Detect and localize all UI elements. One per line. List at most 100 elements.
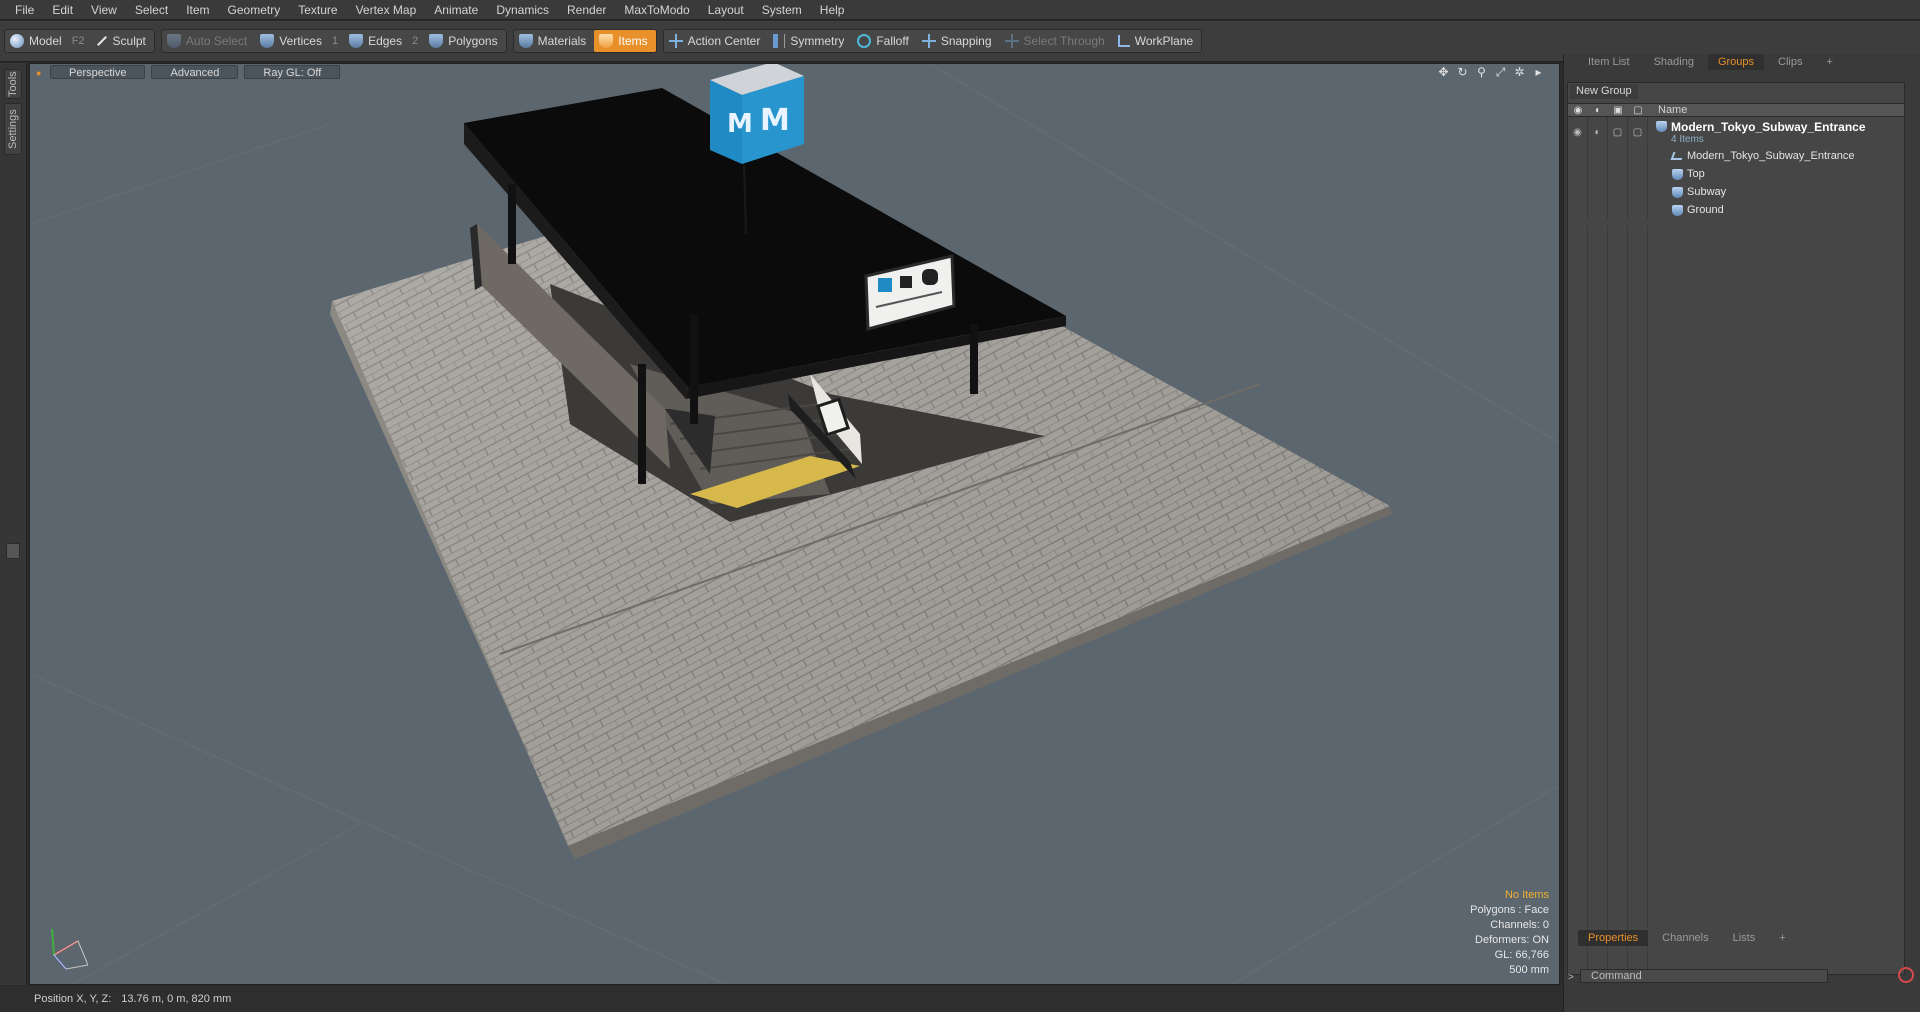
tab-clips[interactable]: Clips xyxy=(1768,54,1812,70)
snapping-button[interactable]: Snapping xyxy=(917,30,1000,52)
tab-item-list[interactable]: Item List xyxy=(1578,54,1640,70)
stat-deformers: Deformers: ON xyxy=(1475,934,1549,946)
panel-toggle-button[interactable] xyxy=(6,543,20,559)
row2-cell xyxy=(1628,165,1648,183)
sculpt-brush-icon xyxy=(96,36,107,46)
pan-icon[interactable]: ✥ xyxy=(1437,65,1450,79)
selection-mode-group: Auto Select Vertices 1 Edges 2 Polygons xyxy=(160,29,507,53)
select-through-label: Select Through xyxy=(1023,34,1105,48)
menu-vertex-map[interactable]: Vertex Map xyxy=(347,0,426,20)
view-mode-dropdown[interactable]: Perspective xyxy=(50,65,146,79)
tree-item-label: Subway xyxy=(1687,186,1727,198)
falloff-button[interactable]: Falloff xyxy=(852,30,916,52)
3d-viewport[interactable]: ● Perspective Advanced Ray GL: Off ✥ ↻ ⚲… xyxy=(29,63,1560,985)
raygl-dropdown[interactable]: Ray GL: Off xyxy=(244,65,341,79)
command-input[interactable]: Command xyxy=(1580,969,1828,983)
row1-cell xyxy=(1608,147,1628,165)
edges-button[interactable]: Edges xyxy=(344,30,410,52)
viewport-menu-icon[interactable]: ● xyxy=(36,68,44,78)
symmetry-button[interactable]: Symmetry xyxy=(768,30,852,52)
tab-properties[interactable]: Properties xyxy=(1578,930,1649,946)
menu-layout[interactable]: Layout xyxy=(699,0,753,20)
add-tab-button[interactable]: + xyxy=(1816,54,1842,70)
row1-label-wrap: Modern_Tokyo_Subway_Entrance xyxy=(1648,150,1855,162)
menu-edit[interactable]: Edit xyxy=(43,0,82,20)
row1-cell xyxy=(1588,147,1608,165)
viewport-gear-icon[interactable]: ✲ xyxy=(1513,65,1526,79)
visibility-column-icon[interactable]: ◉ xyxy=(1568,105,1588,116)
polygons-label: Polygons xyxy=(448,34,498,48)
render-column-icon[interactable]: ◐ xyxy=(1588,105,1608,116)
tab-shading[interactable]: Shading xyxy=(1644,54,1704,70)
tab-tools[interactable]: Tools xyxy=(4,69,22,99)
row4-cell xyxy=(1608,201,1628,219)
model-label: Model xyxy=(29,34,62,48)
vertices-button[interactable]: Vertices xyxy=(255,30,330,52)
locator-icon xyxy=(1670,152,1685,160)
tree-row-root-group[interactable]: ◉ ◐ ▢ ▢ Modern_Tokyo_Subway_Entrance 4 I… xyxy=(1568,117,1904,147)
menu-system[interactable]: System xyxy=(753,0,811,20)
tree-row-ground[interactable]: Ground xyxy=(1568,201,1904,219)
items-button[interactable]: Items xyxy=(594,30,656,52)
add-properties-tab-button[interactable]: + xyxy=(1769,930,1795,946)
row3-label-wrap: Subway xyxy=(1648,186,1726,198)
menu-select[interactable]: Select xyxy=(126,0,177,20)
tree-row-top[interactable]: Top xyxy=(1568,165,1904,183)
viewport-arrow-icon[interactable]: ▸ xyxy=(1532,65,1545,79)
shading-dropdown[interactable]: Advanced xyxy=(151,65,239,79)
falloff-label: Falloff xyxy=(876,34,909,48)
lock-column-icon[interactable]: ▣ xyxy=(1608,105,1628,116)
root-render-icon[interactable]: ◐ xyxy=(1588,117,1608,147)
menu-animate[interactable]: Animate xyxy=(425,0,487,20)
root-select-icon[interactable]: ▢ xyxy=(1628,117,1648,147)
action-center-button[interactable]: Action Center xyxy=(664,30,769,52)
rotate-icon[interactable]: ↻ xyxy=(1456,65,1469,79)
viewport-header: ● Perspective Advanced Ray GL: Off xyxy=(30,64,1559,80)
action-group: Action Center Symmetry Falloff Snapping … xyxy=(662,29,1203,53)
select-column-icon[interactable]: ▢ xyxy=(1628,105,1648,116)
tree-row-locator[interactable]: Modern_Tokyo_Subway_Entrance xyxy=(1568,147,1904,165)
model-hotkey: F2 xyxy=(71,35,85,47)
sculpt-button[interactable]: Sculpt xyxy=(91,30,154,52)
command-record-icon[interactable] xyxy=(1898,967,1914,983)
stat-channels: Channels: 0 xyxy=(1490,919,1549,931)
row4-cell xyxy=(1628,201,1648,219)
menu-help[interactable]: Help xyxy=(811,0,854,20)
menu-maxtomodo[interactable]: MaxToModo xyxy=(615,0,698,20)
model-button[interactable]: Model xyxy=(5,30,70,52)
polygons-button[interactable]: Polygons xyxy=(424,30,505,52)
menu-file[interactable]: File xyxy=(6,0,43,20)
new-group-button[interactable]: New Group xyxy=(1570,84,1638,99)
vertices-label: Vertices xyxy=(279,34,322,48)
auto-select-label: Auto Select xyxy=(185,34,248,48)
tab-lists[interactable]: Lists xyxy=(1723,930,1766,946)
menu-geometry[interactable]: Geometry xyxy=(219,0,290,20)
menu-view[interactable]: View xyxy=(82,0,126,20)
items-icon xyxy=(599,34,614,48)
status-bar: Position X, Y, Z: 13.76 m, 0 m, 820 mm xyxy=(0,986,1563,1012)
materials-button[interactable]: Materials xyxy=(514,30,595,52)
stat-selection: No Items xyxy=(1504,889,1549,901)
tab-groups[interactable]: Groups xyxy=(1707,54,1765,70)
root-lock-icon[interactable]: ▢ xyxy=(1608,117,1628,147)
tree-row-subway[interactable]: Subway xyxy=(1568,183,1904,201)
tab-channels[interactable]: Channels xyxy=(1652,930,1718,946)
col-fill xyxy=(1588,225,1608,974)
axis-gizmo xyxy=(38,925,89,978)
maximize-icon[interactable]: ⤢ xyxy=(1494,65,1507,79)
menu-texture[interactable]: Texture xyxy=(289,0,346,20)
menu-dynamics[interactable]: Dynamics xyxy=(487,0,558,20)
col-fill xyxy=(1628,225,1648,974)
workplane-button[interactable]: WorkPlane xyxy=(1113,30,1201,52)
zoom-icon[interactable]: ⚲ xyxy=(1475,65,1488,79)
tab-settings[interactable]: Settings xyxy=(4,103,22,155)
menu-render[interactable]: Render xyxy=(558,0,615,20)
viewport-stats: No Items Polygons : Face Channels: 0 Def… xyxy=(1470,888,1549,978)
auto-select-button[interactable]: Auto Select xyxy=(162,30,255,52)
name-column-header[interactable]: Name xyxy=(1648,104,1687,116)
select-through-button[interactable]: Select Through xyxy=(1000,30,1113,52)
menu-item[interactable]: Item xyxy=(177,0,218,20)
root-visibility-icon[interactable]: ◉ xyxy=(1568,117,1588,147)
action-center-label: Action Center xyxy=(687,34,761,48)
position-value: 13.76 m, 0 m, 820 mm xyxy=(121,993,232,1005)
